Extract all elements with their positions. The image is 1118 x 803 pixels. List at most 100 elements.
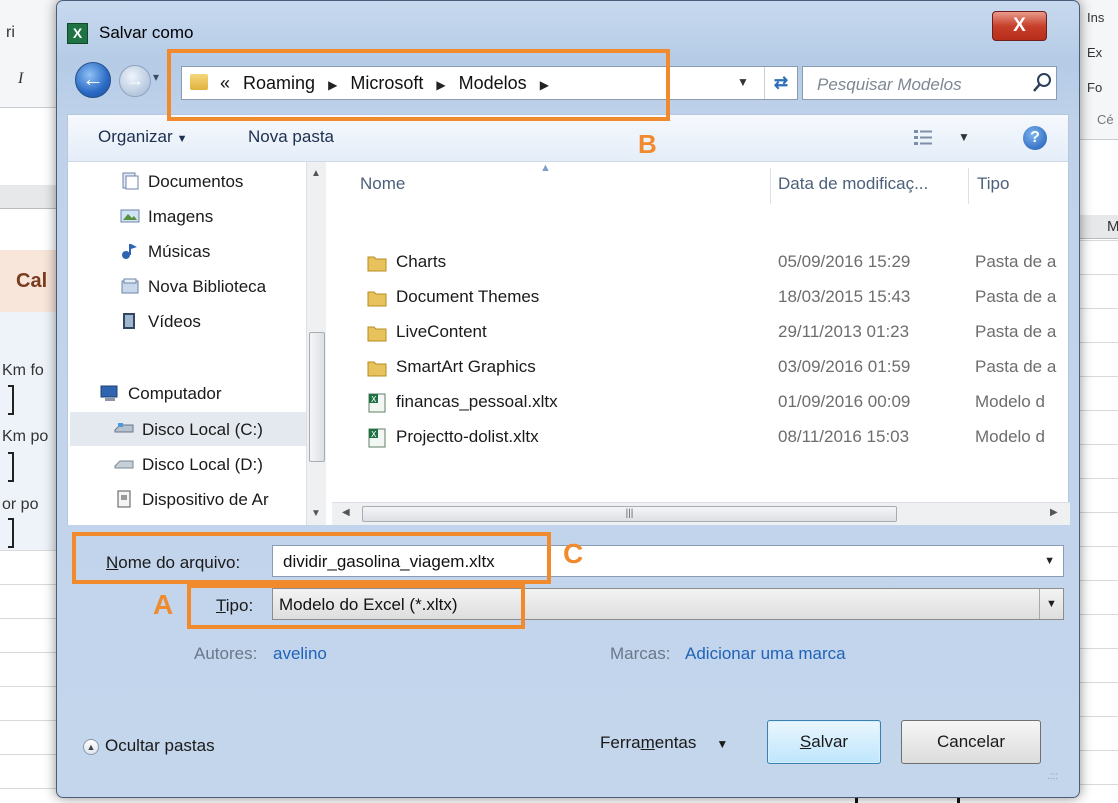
cancel-button[interactable]: Cancelar	[901, 720, 1041, 764]
file-row[interactable]: LiveContent 29/11/2013 01:23 Pasta de a	[332, 316, 1070, 351]
resize-grip-icon[interactable]: .:::	[1047, 771, 1058, 782]
nav-item-documentos[interactable]: Documentos	[120, 172, 243, 192]
tags-label: Marcas:	[610, 644, 671, 663]
nav-item-imagens[interactable]: Imagens	[120, 207, 213, 227]
column-header-name[interactable]: Nome	[360, 174, 405, 194]
command-toolbar: Organizar ▼ Nova pasta ▼ ?	[67, 114, 1069, 162]
back-button[interactable]: ←	[75, 62, 111, 98]
hide-folders-button[interactable]: ▲ Ocultar pastas	[83, 736, 215, 756]
help-icon[interactable]: ?	[1023, 126, 1047, 150]
close-icon: X	[1013, 15, 1026, 36]
svg-text:X: X	[371, 430, 377, 439]
sort-ascending-icon: ▲	[540, 162, 551, 174]
annotation-label-b: B	[638, 129, 657, 159]
save-button[interactable]: Salvar	[767, 720, 881, 764]
nav-item-label: Nova Biblioteca	[148, 277, 267, 296]
nav-item-computador[interactable]: Computador	[100, 384, 222, 404]
file-list: ▲ Nome Data de modificaç... Tipo Charts …	[332, 162, 1070, 525]
new-folder-button[interactable]: Nova pasta	[248, 127, 334, 147]
nav-item-label: Computador	[128, 384, 222, 403]
close-button[interactable]: X	[992, 11, 1047, 41]
nav-item-nova-biblioteca[interactable]: Nova Biblioteca	[120, 277, 266, 297]
videos-library-icon	[123, 313, 135, 329]
refresh-button[interactable]: ⇄	[764, 67, 797, 99]
chevron-down-icon: ▼	[716, 737, 729, 751]
organize-label: Organizar	[98, 127, 173, 146]
view-dropdown-icon[interactable]: ▼	[958, 130, 970, 144]
folder-icon	[367, 291, 387, 307]
annotation-label-c: C	[563, 538, 584, 569]
search-box[interactable]: Pesquisar Modelos	[802, 66, 1057, 100]
scroll-right-icon[interactable]: ▶	[1050, 507, 1058, 518]
folder-icon	[367, 326, 387, 342]
file-row[interactable]: Document Themes 18/03/2015 15:43 Pasta d…	[332, 281, 1070, 316]
excel-background-left: ri I Cal Km fo Km po or po	[0, 0, 60, 803]
column-header-type[interactable]: Tipo	[977, 174, 1009, 194]
folder-icon	[367, 256, 387, 272]
column-divider[interactable]	[968, 168, 969, 204]
file-list-scroll-thumb[interactable]: |||	[362, 506, 897, 522]
file-date: 29/11/2013 01:23	[778, 322, 910, 341]
nav-item-label: Vídeos	[148, 312, 201, 331]
scroll-down-icon[interactable]: ▼	[311, 508, 321, 519]
scroll-up-icon[interactable]: ▲	[311, 168, 321, 179]
file-name: financas_pessoal.xltx	[396, 392, 558, 411]
storage-device-icon	[117, 490, 131, 508]
authors-field[interactable]: avelino	[273, 644, 327, 664]
organize-button[interactable]: Organizar ▼	[98, 127, 188, 147]
chevron-down-icon: ▼	[176, 133, 188, 145]
excel-bg-text: ri	[6, 24, 15, 41]
search-input[interactable]: Pesquisar Modelos	[817, 75, 962, 95]
file-name: SmartArt Graphics	[396, 357, 536, 376]
nav-item-disco-c[interactable]: Disco Local (C:)	[114, 420, 263, 440]
drive-c-icon	[114, 423, 134, 433]
excel-format-button[interactable]: Fo	[1087, 80, 1102, 95]
file-type: Modelo d	[975, 427, 1045, 446]
excel-delete-button[interactable]: Ex	[1087, 45, 1102, 60]
excel-insert-button[interactable]: Ins	[1087, 10, 1104, 25]
add-tag-link[interactable]: Adicionar uma marca	[685, 644, 846, 664]
view-options-icon[interactable]	[913, 129, 933, 147]
music-library-icon	[122, 244, 137, 259]
italic-format-button[interactable]: I	[18, 70, 23, 88]
file-type: Pasta de a	[975, 322, 1057, 341]
forward-button[interactable]: →	[119, 65, 151, 97]
scroll-left-icon[interactable]: ◀	[342, 507, 350, 518]
pictures-library-icon	[120, 209, 140, 223]
dialog-title: Salvar como	[99, 23, 194, 42]
svg-text:X: X	[371, 395, 377, 404]
file-row[interactable]: X Projectto-dolist.xltx 08/11/2016 15:03…	[332, 421, 1070, 456]
file-row[interactable]: SmartArt Graphics 03/09/2016 01:59 Pasta…	[332, 351, 1070, 386]
column-divider[interactable]	[770, 168, 771, 204]
excel-template-icon: X	[368, 393, 386, 413]
nav-scroll-thumb[interactable]	[309, 332, 325, 462]
computer-icon	[100, 385, 118, 401]
navigation-pane: Documentos Imagens Músicas Nova Bibliote…	[68, 162, 326, 525]
address-dropdown-icon[interactable]: ▼	[737, 75, 749, 89]
file-name: Document Themes	[396, 287, 540, 306]
chevron-down-icon[interactable]: ▼	[1039, 589, 1063, 619]
column-header-date[interactable]: Data de modificaç...	[778, 174, 928, 194]
nav-item-dispositivo[interactable]: Dispositivo de Ar	[114, 490, 269, 510]
excel-bg-text: Cé	[1097, 112, 1114, 127]
file-row[interactable]: X financas_pessoal.xltx 01/09/2016 00:09…	[332, 386, 1070, 421]
file-type: Pasta de a	[975, 287, 1057, 306]
annotation-label-a: A	[153, 589, 174, 620]
nav-item-musicas[interactable]: Músicas	[120, 242, 210, 262]
file-date: 05/09/2016 15:29	[778, 252, 911, 271]
nav-item-disco-d[interactable]: Disco Local (D:)	[114, 455, 263, 475]
nav-item-label: Dispositivo de Ar	[142, 490, 269, 509]
annotation-box-c	[72, 532, 551, 584]
nav-scrollbar[interactable]: ▲ ▼	[306, 162, 326, 525]
tools-dropdown[interactable]: Ferramentas ▼	[600, 733, 728, 753]
chevron-up-icon: ▲	[83, 739, 99, 755]
search-icon[interactable]	[1032, 72, 1052, 94]
file-row[interactable]: Charts 05/09/2016 15:29 Pasta de a	[332, 246, 1070, 281]
excel-app-icon: X	[67, 23, 88, 44]
recent-locations-dropdown[interactable]: ▾	[153, 70, 159, 84]
file-list-hscrollbar[interactable]: ◀ ||| ▶	[332, 502, 1070, 525]
file-name: Charts	[396, 252, 447, 271]
nav-item-videos[interactable]: Vídeos	[120, 312, 201, 332]
chevron-down-icon[interactable]: ▼	[1044, 555, 1055, 567]
excel-column-header-fragment	[0, 185, 60, 209]
